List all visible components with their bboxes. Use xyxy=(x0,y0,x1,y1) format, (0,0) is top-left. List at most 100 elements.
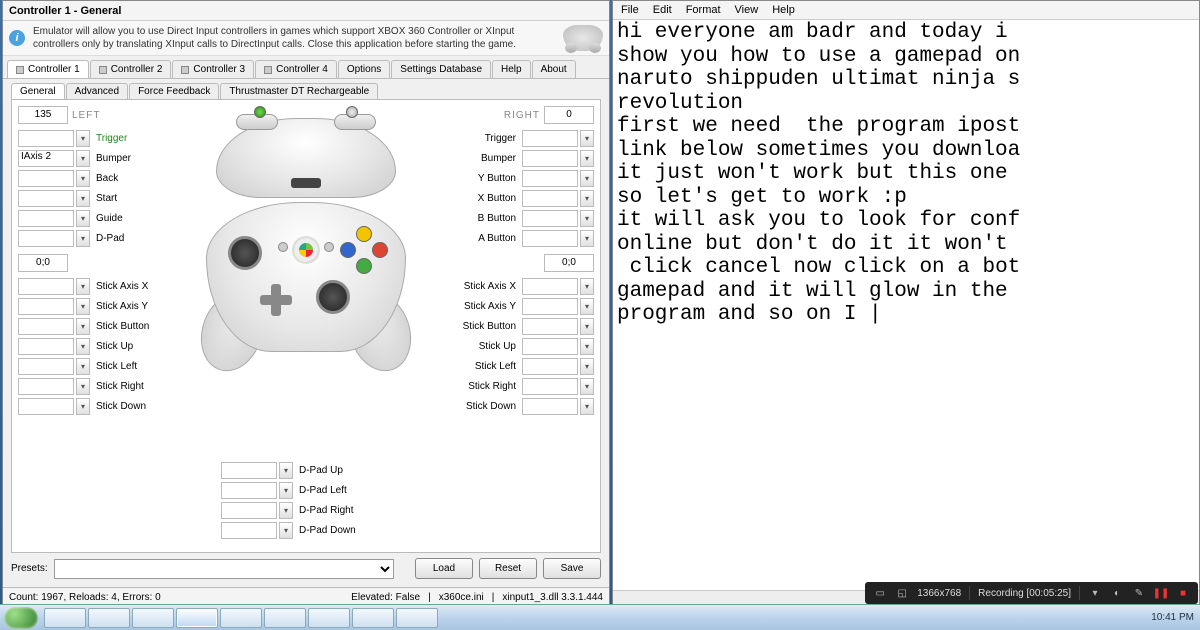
dropdown-button[interactable]: ▾ xyxy=(580,398,594,415)
dropdown-button[interactable]: ▾ xyxy=(580,338,594,355)
mapping-input[interactable] xyxy=(18,230,74,247)
dropdown-button[interactable]: ▾ xyxy=(580,210,594,227)
mapping-input[interactable] xyxy=(522,130,578,147)
mapping-input[interactable] xyxy=(522,278,578,295)
menu-help[interactable]: Help xyxy=(766,2,801,18)
mapping-input[interactable] xyxy=(221,502,277,519)
dropdown-button[interactable]: ▾ xyxy=(580,378,594,395)
task-item[interactable] xyxy=(308,608,350,628)
mapping-input[interactable] xyxy=(522,150,578,167)
dropdown-button[interactable]: ▾ xyxy=(279,502,293,519)
mapping-input[interactable] xyxy=(18,278,74,295)
title-bar[interactable]: Controller 1 - General xyxy=(3,1,609,21)
menu-format[interactable]: Format xyxy=(680,2,727,18)
mapping-input[interactable] xyxy=(522,190,578,207)
mapping-input[interactable] xyxy=(522,230,578,247)
crop-icon[interactable]: ◱ xyxy=(895,586,909,600)
mapping-input[interactable] xyxy=(18,358,74,375)
dropdown-button[interactable]: ▾ xyxy=(580,358,594,375)
save-button[interactable]: Save xyxy=(543,558,601,579)
dropdown-button[interactable]: ▾ xyxy=(76,210,90,227)
monitor-icon[interactable]: ▭ xyxy=(873,586,887,600)
task-item[interactable] xyxy=(88,608,130,628)
dropdown-button[interactable]: ▾ xyxy=(279,462,293,479)
task-item[interactable] xyxy=(264,608,306,628)
start-button[interactable] xyxy=(4,607,38,629)
task-item[interactable] xyxy=(220,608,262,628)
tab-options[interactable]: Options xyxy=(338,60,390,78)
chevron-down-icon[interactable]: ▾ xyxy=(1088,586,1102,600)
mapping-input[interactable] xyxy=(18,130,74,147)
toggle-icon[interactable]: ◐ xyxy=(1110,586,1124,600)
mapping-input[interactable] xyxy=(221,482,277,499)
dropdown-button[interactable]: ▾ xyxy=(76,338,90,355)
subtab-thrustmaster-dt-rechargeable[interactable]: Thrustmaster DT Rechargeable xyxy=(220,83,378,99)
mapping-input[interactable] xyxy=(522,358,578,375)
dropdown-button[interactable]: ▾ xyxy=(76,230,90,247)
mapping-input[interactable] xyxy=(18,338,74,355)
dropdown-button[interactable]: ▾ xyxy=(580,278,594,295)
task-item[interactable] xyxy=(132,608,174,628)
subtab-force-feedback[interactable]: Force Feedback xyxy=(129,83,219,99)
tab-controller-1[interactable]: Controller 1 xyxy=(7,60,89,78)
dropdown-button[interactable]: ▾ xyxy=(580,230,594,247)
menu-view[interactable]: View xyxy=(729,2,765,18)
mapping-input[interactable] xyxy=(18,318,74,335)
task-item[interactable] xyxy=(176,608,218,628)
dropdown-button[interactable]: ▾ xyxy=(580,170,594,187)
mapping-input[interactable] xyxy=(522,338,578,355)
dropdown-button[interactable]: ▾ xyxy=(76,170,90,187)
tab-controller-4[interactable]: Controller 4 xyxy=(255,60,337,78)
dropdown-button[interactable]: ▾ xyxy=(580,190,594,207)
task-item[interactable] xyxy=(352,608,394,628)
reset-button[interactable]: Reset xyxy=(479,558,537,579)
mapping-input[interactable] xyxy=(221,462,277,479)
pencil-icon[interactable]: ✎ xyxy=(1132,586,1146,600)
dropdown-button[interactable]: ▾ xyxy=(76,130,90,147)
dropdown-button[interactable]: ▾ xyxy=(76,298,90,315)
screen-recorder-bar[interactable]: ▭ ◱ 1366x768 Recording [00:05:25] ▾ ◐ ✎ … xyxy=(865,582,1198,604)
mapping-input[interactable] xyxy=(221,522,277,539)
mapping-input[interactable]: IAxis 2 xyxy=(18,150,74,167)
taskbar[interactable]: 10:41 PM xyxy=(0,604,1200,630)
load-button[interactable]: Load xyxy=(415,558,473,579)
mapping-input[interactable] xyxy=(18,190,74,207)
dropdown-button[interactable]: ▾ xyxy=(76,358,90,375)
dropdown-button[interactable]: ▾ xyxy=(580,150,594,167)
mapping-input[interactable] xyxy=(18,298,74,315)
mapping-input[interactable] xyxy=(522,210,578,227)
tab-help[interactable]: Help xyxy=(492,60,531,78)
dropdown-button[interactable]: ▾ xyxy=(76,150,90,167)
menu-edit[interactable]: Edit xyxy=(647,2,678,18)
dropdown-button[interactable]: ▾ xyxy=(76,190,90,207)
dropdown-button[interactable]: ▾ xyxy=(76,278,90,295)
subtab-advanced[interactable]: Advanced xyxy=(66,83,128,99)
tab-controller-2[interactable]: Controller 2 xyxy=(90,60,172,78)
menu-file[interactable]: File xyxy=(615,2,645,18)
stop-icon[interactable]: ■ xyxy=(1176,586,1190,600)
task-item[interactable] xyxy=(44,608,86,628)
dropdown-button[interactable]: ▾ xyxy=(580,298,594,315)
mapping-input[interactable] xyxy=(522,378,578,395)
dropdown-button[interactable]: ▾ xyxy=(76,378,90,395)
dropdown-button[interactable]: ▾ xyxy=(76,398,90,415)
dropdown-button[interactable]: ▾ xyxy=(580,130,594,147)
mapping-input[interactable] xyxy=(18,170,74,187)
dropdown-button[interactable]: ▾ xyxy=(279,482,293,499)
notepad-textarea[interactable]: hi everyone am badr and today i show you… xyxy=(613,20,1199,590)
dropdown-button[interactable]: ▾ xyxy=(580,318,594,335)
tab-settings-database[interactable]: Settings Database xyxy=(391,60,491,78)
subtab-general[interactable]: General xyxy=(11,83,65,99)
mapping-input[interactable] xyxy=(522,298,578,315)
taskbar-clock[interactable]: 10:41 PM xyxy=(1151,612,1194,623)
mapping-input[interactable] xyxy=(18,398,74,415)
mapping-input[interactable] xyxy=(522,398,578,415)
dropdown-button[interactable]: ▾ xyxy=(76,318,90,335)
task-item[interactable] xyxy=(396,608,438,628)
pause-icon[interactable]: ❚❚ xyxy=(1154,586,1168,600)
mapping-input[interactable] xyxy=(522,170,578,187)
mapping-input[interactable] xyxy=(18,378,74,395)
presets-select[interactable] xyxy=(54,559,394,579)
mapping-input[interactable] xyxy=(18,210,74,227)
tab-about[interactable]: About xyxy=(532,60,576,78)
